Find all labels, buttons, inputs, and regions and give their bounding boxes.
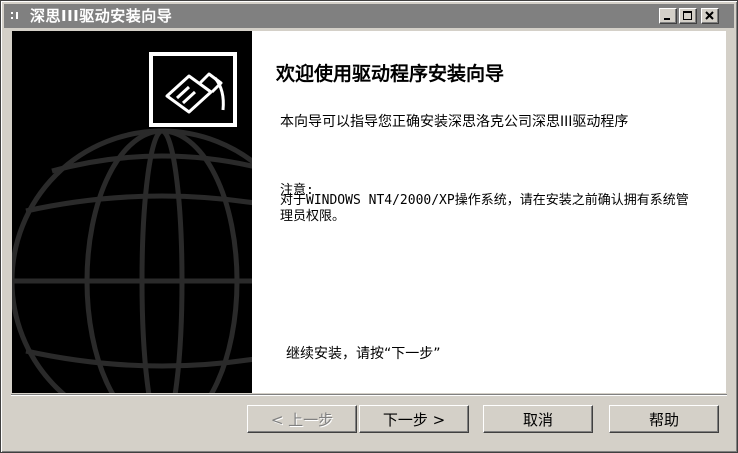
back-button[interactable]: < 上一步 [247, 405, 357, 433]
close-icon [705, 11, 714, 20]
maximize-icon [683, 11, 692, 20]
note-text: 对于WINDOWS NT4/2000/XP操作系统，请在安装之前确认拥有系统管理… [280, 193, 689, 224]
minimize-button[interactable] [659, 8, 677, 24]
continue-instruction: 继续安装，请按“下一步” [286, 346, 441, 362]
wizard-banner [12, 31, 252, 393]
welcome-heading: 欢迎使用驱动程序安装向导 [276, 63, 505, 85]
close-button[interactable] [701, 8, 719, 24]
maximize-button[interactable] [679, 8, 697, 24]
cancel-button[interactable]: 取消 [483, 405, 593, 433]
help-button[interactable]: 帮助 [609, 405, 719, 433]
installer-window: 深思III驱动安装向导 欢迎使用驱动程序安装向导 本向导可以指导您正确安装深思洛… [0, 0, 738, 453]
title-bar[interactable]: 深思III驱动安装向导 [4, 4, 734, 28]
minimize-icon [664, 18, 670, 20]
next-button[interactable]: 下一步 > [359, 405, 469, 433]
usb-logo [149, 52, 237, 127]
wizard-description: 本向导可以指导您正确安装深思洛克公司深思III驱动程序 [280, 114, 629, 130]
window-title: 深思III驱动安装向导 [30, 7, 173, 25]
button-separator [11, 394, 727, 396]
app-icon[interactable] [8, 8, 24, 24]
usb-plug-icon [165, 72, 225, 114]
wizard-content: 欢迎使用驱动程序安装向导 本向导可以指导您正确安装深思洛克公司深思III驱动程序… [252, 31, 726, 393]
